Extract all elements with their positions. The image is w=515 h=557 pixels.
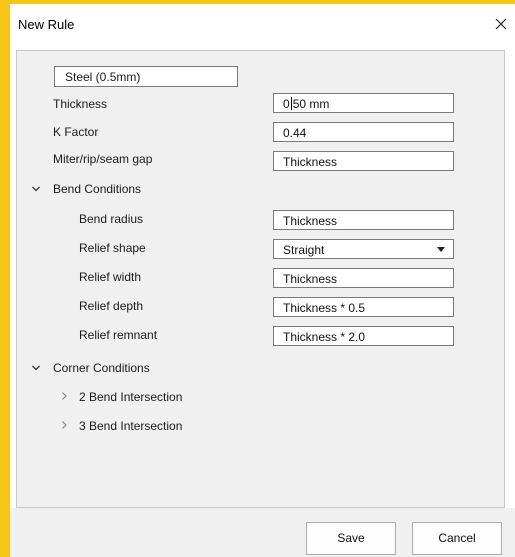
chevron-down-icon[interactable] bbox=[31, 184, 41, 194]
text-cursor bbox=[290, 97, 292, 110]
dialog-footer: Save Cancel bbox=[10, 508, 515, 557]
relief-shape-value: Straight bbox=[283, 243, 325, 257]
corner-conditions-header[interactable]: Corner Conditions bbox=[53, 361, 150, 375]
relief-depth-field[interactable]: Thickness * 0.5 bbox=[273, 297, 454, 317]
chevron-right-icon[interactable] bbox=[59, 420, 69, 430]
bend-radius-label: Bend radius bbox=[79, 212, 144, 226]
thickness-field[interactable]: 0 50 mm bbox=[273, 93, 454, 113]
chevron-down-icon[interactable] bbox=[31, 363, 41, 373]
bend-intersection-2-item[interactable]: 2 Bend Intersection bbox=[79, 390, 182, 404]
relief-remnant-label: Relief remnant bbox=[79, 328, 158, 342]
k-factor-label: K Factor bbox=[53, 125, 99, 139]
relief-depth-label: Relief depth bbox=[79, 299, 144, 313]
window-title: New Rule bbox=[18, 17, 75, 32]
relief-width-label: Relief width bbox=[79, 270, 142, 284]
cancel-button[interactable]: Cancel bbox=[412, 522, 502, 555]
save-button[interactable]: Save bbox=[306, 522, 396, 555]
relief-shape-label: Relief shape bbox=[79, 241, 146, 255]
chevron-right-icon[interactable] bbox=[59, 391, 69, 401]
dropdown-arrow-icon bbox=[437, 247, 445, 252]
title-bar: New Rule bbox=[10, 4, 515, 40]
close-button[interactable] bbox=[489, 12, 513, 36]
bend-intersection-3-item[interactable]: 3 Bend Intersection bbox=[79, 419, 182, 433]
gap-field[interactable]: Thickness bbox=[273, 151, 454, 171]
bend-radius-field[interactable]: Thickness bbox=[273, 210, 454, 230]
thickness-value-end: 50 mm bbox=[292, 97, 330, 111]
gap-label: Miter/rip/seam gap bbox=[53, 152, 153, 166]
k-factor-field[interactable]: 0.44 bbox=[273, 122, 454, 142]
close-icon bbox=[495, 18, 507, 30]
bend-conditions-header[interactable]: Bend Conditions bbox=[53, 182, 141, 196]
thickness-label: Thickness bbox=[53, 97, 108, 111]
thickness-value-start: 0 bbox=[283, 97, 290, 111]
relief-remnant-field[interactable]: Thickness * 2.0 bbox=[273, 326, 454, 346]
rule-properties-panel: Steel (0.5mm) Thickness 0 50 mm K Factor … bbox=[16, 50, 505, 508]
new-rule-dialog: New Rule Steel (0.5mm) Thickness 0 50 mm … bbox=[10, 4, 515, 557]
rule-name-field[interactable]: Steel (0.5mm) bbox=[54, 66, 238, 87]
relief-shape-select[interactable]: Straight bbox=[273, 239, 454, 259]
relief-width-field[interactable]: Thickness bbox=[273, 268, 454, 288]
